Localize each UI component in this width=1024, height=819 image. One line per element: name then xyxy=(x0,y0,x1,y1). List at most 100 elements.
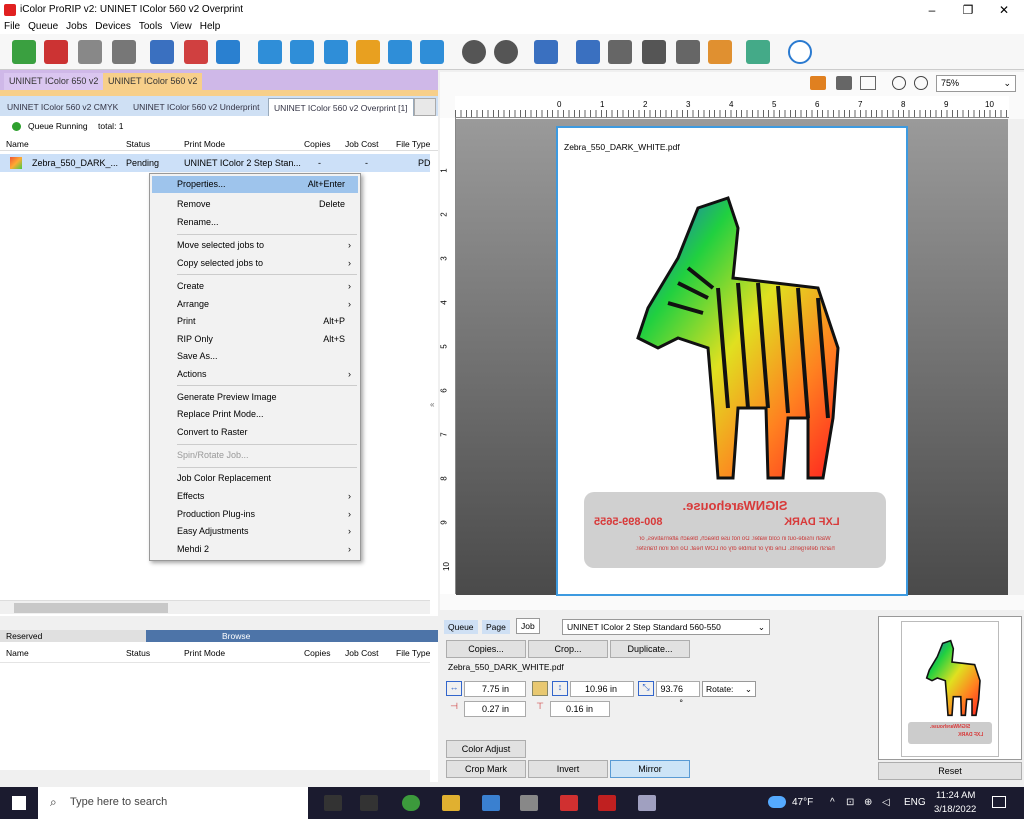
tab-scroll-arrows[interactable] xyxy=(414,98,436,116)
tab-reserved[interactable]: Reserved xyxy=(6,630,42,642)
delete-job-icon[interactable] xyxy=(44,40,68,64)
col-file-type-lower[interactable]: File Type xyxy=(396,647,430,659)
settings-icon[interactable] xyxy=(462,40,486,64)
col-copies-lower[interactable]: Copies xyxy=(304,647,330,659)
vertical-scrollbar[interactable] xyxy=(1008,119,1024,595)
menu-item-copy[interactable]: Copy selected jobs to › xyxy=(177,255,357,272)
menu-item-effects[interactable]: Effects › xyxy=(177,488,357,505)
printer-icon[interactable] xyxy=(184,40,208,64)
close-button[interactable]: ✕ xyxy=(986,0,1022,20)
col-name[interactable]: Name xyxy=(6,138,29,150)
menu-item-job-color-replacement[interactable]: Job Color Replacement xyxy=(177,470,357,487)
rotate-select[interactable]: Rotate: ⌄ xyxy=(702,681,756,697)
fit-height-icon[interactable] xyxy=(388,40,412,64)
col-print-mode[interactable]: Print Mode xyxy=(184,138,225,150)
col-file-type[interactable]: File Type xyxy=(396,138,430,150)
tray-chevron-icon[interactable]: ^ xyxy=(830,797,835,808)
scale-field[interactable]: 93.76 ° xyxy=(656,681,700,708)
tab-icolor-650[interactable]: UNINET IColor 650 v2 xyxy=(4,73,104,90)
menu-item-print[interactable]: Print Alt+P xyxy=(177,313,357,330)
notification-icon[interactable] xyxy=(992,796,1006,808)
menu-item-actions[interactable]: Actions › xyxy=(177,366,357,383)
duplicate-button[interactable]: Duplicate... xyxy=(610,640,690,658)
weather-temp[interactable]: 47°F xyxy=(792,797,813,808)
play-job-icon[interactable] xyxy=(78,40,102,64)
height-field[interactable]: 10.96 in xyxy=(570,681,634,697)
menu-tools[interactable]: Tools xyxy=(135,20,166,33)
windows-start-icon[interactable] xyxy=(12,796,26,810)
col-job-cost-lower[interactable]: Job Cost xyxy=(345,647,379,659)
color-adjust-button[interactable]: Color Adjust xyxy=(446,740,526,758)
list-icon[interactable] xyxy=(608,40,632,64)
tab-queue[interactable]: Queue xyxy=(444,620,478,634)
menu-jobs[interactable]: Jobs xyxy=(62,20,91,33)
page-canvas[interactable]: Zebra_550_DARK_WHITE.pdf SIGNWarehouse. … xyxy=(556,126,908,596)
app-icon-cube[interactable] xyxy=(520,795,538,811)
table-row[interactable]: Zebra_550_DARK_... Pending UNINET IColor… xyxy=(0,154,431,172)
lock-icon[interactable] xyxy=(532,681,548,696)
col-status[interactable]: Status xyxy=(126,138,150,150)
arrow-left-icon[interactable] xyxy=(324,40,348,64)
col-status-lower[interactable]: Status xyxy=(126,647,150,659)
up-arrow-icon[interactable] xyxy=(420,40,444,64)
add-job-icon[interactable] xyxy=(12,40,36,64)
copies-button[interactable]: Copies... xyxy=(446,640,526,658)
weather-icon[interactable] xyxy=(768,796,786,808)
menu-item-rename[interactable]: Rename... xyxy=(177,214,357,231)
reset-button[interactable]: Reset xyxy=(878,762,1022,780)
tab-browse[interactable]: Browse xyxy=(146,630,438,642)
taskbar-search[interactable]: ⌕ Type here to search xyxy=(38,787,308,819)
network-icon[interactable]: ⊡ xyxy=(846,797,854,808)
crop-mark-button[interactable]: Crop Mark xyxy=(446,760,526,778)
app-icon-tool[interactable] xyxy=(638,795,656,811)
cost-icon[interactable] xyxy=(676,40,700,64)
measure-icon[interactable] xyxy=(836,76,852,90)
menu-devices[interactable]: Devices xyxy=(91,20,135,33)
menu-item-remove[interactable]: Remove Delete xyxy=(177,196,357,213)
menu-queue[interactable]: Queue xyxy=(24,20,62,33)
app-icon-blue[interactable] xyxy=(482,795,500,811)
language-indicator[interactable]: ENG xyxy=(904,797,926,808)
crop-button[interactable]: Crop... xyxy=(528,640,608,658)
task-view-icon[interactable] xyxy=(360,795,378,811)
horizontal-scrollbar[interactable] xyxy=(0,600,430,614)
splitter-handle-icon[interactable]: « xyxy=(430,400,438,450)
tab-icolor-560[interactable]: UNINET IColor 560 v2 xyxy=(103,73,203,90)
col-job-cost[interactable]: Job Cost xyxy=(345,138,379,150)
tab-job[interactable]: Job xyxy=(516,618,540,634)
compass-icon[interactable] xyxy=(788,40,812,64)
clock-time[interactable]: 11:24 AM xyxy=(936,790,975,801)
menu-item-properties[interactable]: Properties... Alt+Enter xyxy=(177,176,357,193)
menu-item-convert-raster[interactable]: Convert to Raster xyxy=(177,424,357,441)
lower-scrollbar[interactable] xyxy=(0,770,430,782)
x-offset-field[interactable]: 0.27 in xyxy=(464,701,526,717)
menu-item-generate-preview[interactable]: Generate Preview Image xyxy=(177,389,357,406)
grid-icon[interactable] xyxy=(860,76,876,90)
clock-date[interactable]: 3/18/2022 xyxy=(934,804,976,815)
menu-item-arrange[interactable]: Arrange › xyxy=(177,296,357,313)
palette-icon[interactable] xyxy=(708,40,732,64)
mirror-button[interactable]: Mirror xyxy=(610,760,690,778)
page-icon[interactable] xyxy=(356,40,380,64)
pan-icon[interactable] xyxy=(810,76,826,90)
stop-icon[interactable] xyxy=(494,40,518,64)
menu-item-replace-print-mode[interactable]: Replace Print Mode... xyxy=(177,406,357,423)
tab-cmyk[interactable]: UNINET IColor 560 v2 CMYK xyxy=(2,98,123,116)
queue-icon[interactable] xyxy=(576,40,600,64)
volume-icon[interactable]: ◁ xyxy=(882,797,890,808)
zoom-in-icon[interactable] xyxy=(892,76,906,90)
col-copies[interactable]: Copies xyxy=(304,138,330,150)
globe-icon[interactable]: ⊕ xyxy=(864,797,872,808)
width-field[interactable]: 7.75 in xyxy=(464,681,526,697)
zoom-select[interactable]: 75% ⌄ xyxy=(936,75,1016,92)
tab-underprint[interactable]: UNINET IColor 560 v2 Underprint xyxy=(128,98,264,116)
menu-item-production-plugins[interactable]: Production Plug-ins › xyxy=(177,506,357,523)
file-explorer-icon[interactable] xyxy=(442,795,460,811)
print-mode-select[interactable]: UNINET IColor 2 Step Standard 560-550 ⌄ xyxy=(562,619,770,635)
chrome-icon[interactable] xyxy=(402,795,420,811)
col-print-mode-lower[interactable]: Print Mode xyxy=(184,647,225,659)
scrollbar-thumb[interactable] xyxy=(14,603,168,613)
tab-page[interactable]: Page xyxy=(482,620,510,634)
preview-icon[interactable] xyxy=(216,40,240,64)
minimize-button[interactable]: – xyxy=(914,0,950,20)
